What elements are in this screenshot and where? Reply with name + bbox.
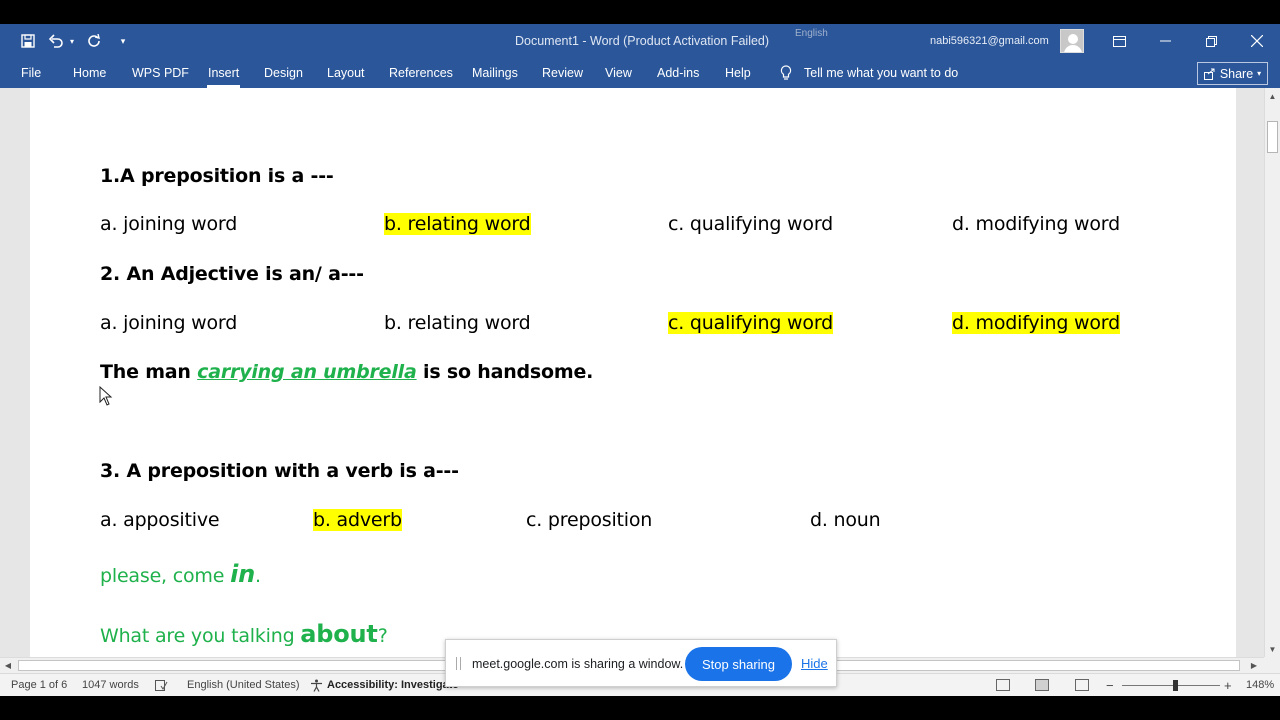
scroll-down-icon[interactable]: ▼ [1265, 641, 1280, 657]
account-email[interactable]: nabi596321@gmail.com [930, 24, 1049, 58]
accessibility-icon[interactable] [310, 674, 323, 697]
tell-me-label: Tell me what you want to do [804, 66, 959, 80]
save-icon[interactable] [16, 24, 40, 58]
screen-sharing-banner: meet.google.com is sharing a window. Sto… [445, 639, 837, 687]
zoom-level[interactable]: 148% [1246, 674, 1274, 697]
proofing-icon[interactable] [155, 674, 168, 697]
example-3-after: ? [377, 625, 388, 647]
document-canvas: 1.A preposition is a --- a. joining word… [0, 88, 1264, 657]
minimize-button[interactable] [1142, 24, 1188, 58]
zoom-slider-thumb[interactable] [1173, 680, 1178, 691]
undo-dropdown-icon[interactable]: ▾ [66, 24, 78, 58]
q1-option-b: b. relating word [384, 213, 531, 235]
share-label: Share [1219, 66, 1254, 81]
title-bar: ▾ ▾ Document1 - Word (Product Activation… [0, 24, 1280, 58]
tab-file[interactable]: File [21, 58, 41, 88]
ribbon-tabs: File Home WPS PDF Insert Design Layout R… [0, 58, 1280, 88]
tab-insert[interactable]: Insert [206, 58, 241, 88]
example-1-phrase: carrying an umbrella [197, 361, 417, 383]
close-button[interactable] [1234, 24, 1280, 58]
top-letterbox [0, 0, 1280, 24]
document-page[interactable]: 1.A preposition is a --- a. joining word… [30, 88, 1236, 657]
example-sentence-2: please, come in. [100, 560, 261, 588]
overlay-language-label: English [795, 28, 828, 39]
question-2: 2. An Adjective is an/ a--- [100, 263, 364, 285]
share-icon [1203, 68, 1215, 80]
scrollbar-corner [1264, 657, 1280, 673]
scroll-left-icon[interactable]: ◀ [0, 658, 16, 673]
q1-option-d: d. modifying word [952, 213, 1120, 235]
read-mode-icon[interactable] [996, 679, 1010, 691]
q2-option-a: a. joining word [100, 312, 238, 334]
stop-sharing-button[interactable]: Stop sharing [685, 647, 792, 681]
restore-button[interactable] [1188, 24, 1234, 58]
q3-option-d: d. noun [810, 509, 881, 531]
undo-icon[interactable] [46, 24, 66, 58]
web-layout-icon[interactable] [1075, 679, 1089, 691]
example-1-after: is so handsome. [416, 361, 594, 383]
zoom-out-icon[interactable]: − [1106, 674, 1114, 697]
q2-option-d: d. modifying word [952, 312, 1120, 334]
example-sentence-1: The man carrying an umbrella is so hands… [100, 361, 593, 383]
tab-wps-pdf[interactable]: WPS PDF [132, 58, 189, 88]
share-button[interactable]: Share ▾ [1197, 62, 1268, 85]
tab-review[interactable]: Review [542, 58, 583, 88]
lightbulb-icon [780, 65, 792, 80]
q2-option-b: b. relating word [384, 312, 531, 334]
q1-option-a: a. joining word [100, 213, 238, 235]
q1-option-c: c. qualifying word [668, 213, 833, 235]
tab-add-ins[interactable]: Add-ins [657, 58, 699, 88]
tab-mailings[interactable]: Mailings [472, 58, 518, 88]
vertical-scrollbar[interactable]: ▲ ▼ [1264, 88, 1280, 657]
q2-option-c: c. qualifying word [668, 312, 833, 334]
document-title: Document1 - Word (Product Activation Fai… [515, 34, 770, 48]
drag-handle-icon[interactable] [456, 657, 461, 670]
vertical-scroll-thumb[interactable] [1267, 121, 1278, 153]
example-2-after: . [254, 565, 261, 587]
bottom-letterbox [0, 696, 1280, 720]
tab-home[interactable]: Home [73, 58, 106, 88]
repeat-icon[interactable] [84, 24, 104, 58]
example-3-before: What are you talking [100, 625, 301, 647]
example-2-before: please, come [100, 565, 231, 587]
language-indicator[interactable]: English (United States) [187, 674, 300, 697]
tab-design[interactable]: Design [264, 58, 303, 88]
accessibility-status[interactable]: Accessibility: Investigate [327, 674, 458, 697]
avatar[interactable] [1060, 29, 1084, 53]
tab-view[interactable]: View [605, 58, 632, 88]
zoom-in-icon[interactable]: + [1224, 674, 1232, 697]
example-1-before: The man [100, 361, 198, 383]
q3-option-c: c. preposition [526, 509, 653, 531]
example-3-emph: about [300, 620, 378, 648]
hide-link[interactable]: Hide [801, 640, 828, 688]
example-2-emph: in [230, 560, 255, 588]
zoom-slider-track[interactable] [1122, 685, 1220, 686]
word-window: ▾ ▾ Document1 - Word (Product Activation… [0, 0, 1280, 720]
share-dropdown-icon: ▾ [1257, 69, 1262, 78]
tab-help[interactable]: Help [725, 58, 751, 88]
mouse-cursor-icon [99, 386, 113, 406]
print-layout-icon[interactable] [1035, 679, 1049, 691]
question-1: 1.A preposition is a --- [100, 165, 334, 187]
sharing-message: meet.google.com is sharing a window. [472, 657, 684, 671]
q3-option-a: a. appositive [100, 509, 220, 531]
scroll-right-icon[interactable]: ▶ [1246, 658, 1262, 673]
example-sentence-3: What are you talking about? [100, 620, 388, 648]
tab-layout[interactable]: Layout [327, 58, 365, 88]
question-3: 3. A preposition with a verb is a--- [100, 460, 459, 482]
q3-option-b: b. adverb [313, 509, 402, 531]
page-count[interactable]: Page 1 of 6 [11, 674, 67, 697]
word-count[interactable]: 1047 words [82, 674, 139, 697]
ribbon-display-options-icon[interactable] [1096, 24, 1142, 58]
tab-references[interactable]: References [389, 58, 453, 88]
tell-me-search[interactable]: Tell me what you want to do [780, 58, 958, 88]
scroll-up-icon[interactable]: ▲ [1265, 88, 1280, 104]
customize-qat-icon[interactable]: ▾ [116, 24, 130, 58]
